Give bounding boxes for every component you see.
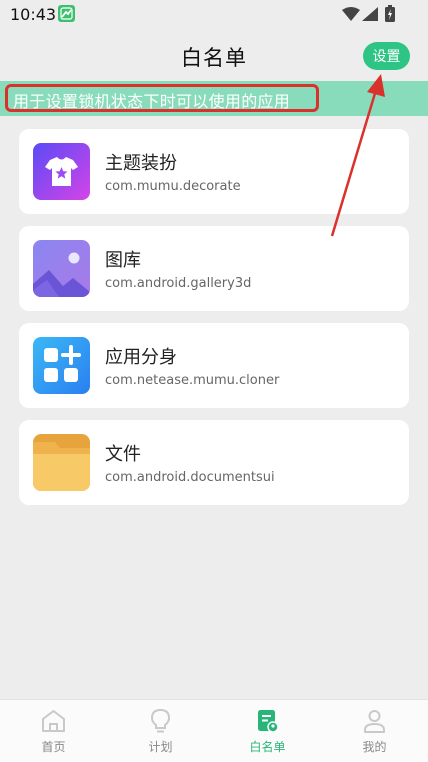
app-package: com.mumu.decorate (105, 179, 241, 194)
app-name: 应用分身 (105, 347, 177, 368)
app-cloner-icon (33, 337, 90, 394)
signal-icon (362, 7, 378, 21)
status-bar: 10:43 (0, 0, 428, 30)
nav-plan[interactable]: 计划 (107, 700, 214, 762)
nav-whitelist[interactable]: 白名单 (214, 700, 321, 762)
nav-home[interactable]: 首页 (0, 700, 107, 762)
app-card-gallery[interactable]: 图库 com.android.gallery3d (19, 226, 409, 311)
app-name: 主题装扮 (105, 153, 177, 174)
settings-button[interactable]: 设置 (363, 42, 410, 70)
gallery-icon (33, 240, 90, 297)
app-package: com.android.gallery3d (105, 276, 252, 291)
profile-icon (364, 710, 385, 733)
folder-icon (33, 434, 90, 491)
nav-label-plan: 计划 (148, 740, 173, 754)
app-card-files[interactable]: 文件 com.android.documentsui (19, 420, 409, 505)
notice-text: 用于设置锁机状态下时可以使用的应用 (13, 92, 291, 111)
nav-label-whitelist: 白名单 (249, 740, 286, 754)
status-time: 10:43 (10, 5, 57, 24)
nav-label-profile: 我的 (362, 740, 387, 754)
whitelist-icon (258, 710, 279, 733)
header: 白名单 设置 (0, 30, 428, 80)
app-package: com.android.documentsui (105, 470, 275, 485)
app-card-decorate[interactable]: 主题装扮 com.mumu.decorate (19, 129, 409, 214)
app-name: 文件 (105, 444, 141, 465)
nav-label-home: 首页 (41, 740, 66, 754)
lightbulb-icon (150, 708, 171, 733)
wifi-icon (342, 7, 360, 21)
app-card-cloner[interactable]: 应用分身 com.netease.mumu.cloner (19, 323, 409, 408)
bottom-nav: 首页 计划 白名单 我的 (0, 699, 428, 762)
whitelist-app-list: 主题装扮 com.mumu.decorate 图库 com.android.ga… (19, 129, 409, 517)
tshirt-icon (33, 143, 90, 200)
notification-app-icon (58, 5, 75, 22)
nav-profile[interactable]: 我的 (321, 700, 428, 762)
home-icon (42, 710, 65, 732)
app-name: 图库 (105, 250, 141, 271)
battery-icon (385, 5, 395, 22)
app-package: com.netease.mumu.cloner (105, 373, 280, 388)
